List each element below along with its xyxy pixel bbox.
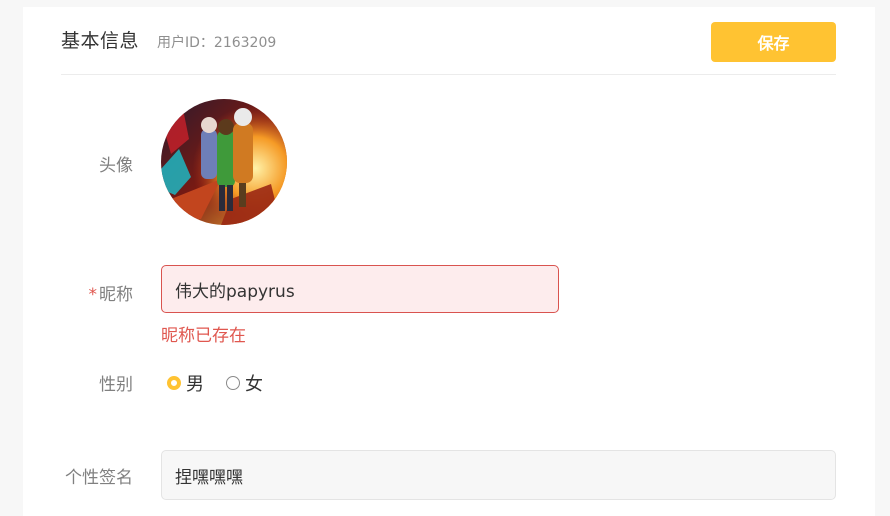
- nickname-error-text: 昵称已存在: [161, 326, 246, 346]
- nickname-input[interactable]: [161, 265, 559, 313]
- required-mark: *: [88, 285, 98, 305]
- gender-label-text: 性别: [99, 375, 133, 395]
- nickname-label: * 昵称: [43, 280, 134, 305]
- signature-label-text: 个性签名: [65, 468, 133, 488]
- avatar[interactable]: [161, 99, 287, 225]
- gender-option-label: 男: [186, 374, 204, 395]
- page-title: 基本信息: [61, 30, 140, 52]
- basic-info-panel: 基本信息 用户ID：2163209 保存 头像 * 昵称 伟大的papyrus …: [23, 7, 875, 516]
- signature-input[interactable]: [161, 450, 836, 500]
- gender-radio-group: 男 女: [167, 371, 285, 395]
- radio-checked-icon[interactable]: [167, 376, 181, 390]
- avatar-label: 头像: [43, 151, 133, 176]
- gender-option-label: 女: [245, 374, 263, 395]
- signature-label: 个性签名: [43, 463, 133, 488]
- gender-option-male[interactable]: 男: [167, 370, 204, 396]
- save-button[interactable]: 保存: [711, 22, 836, 62]
- radio-unchecked-icon[interactable]: [226, 376, 240, 390]
- avatar-label-text: 头像: [99, 156, 133, 176]
- user-id-text: 用户ID：2163209: [157, 35, 277, 51]
- gender-label: 性别: [43, 370, 133, 395]
- avatar-image: [161, 99, 287, 225]
- panel-header: 基本信息 用户ID：2163209 保存: [61, 22, 836, 75]
- gender-option-female[interactable]: 女: [226, 370, 263, 396]
- nickname-label-text: 昵称: [99, 285, 133, 305]
